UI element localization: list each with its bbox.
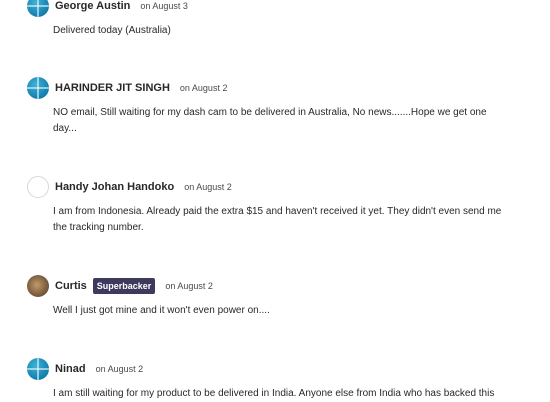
comment-item: HARINDER JIT SINGH on August 2 NO email,… xyxy=(27,77,527,137)
comment-text: I am from Indonesia. Already paid the ex… xyxy=(53,206,502,233)
comment-date[interactable]: on August 3 xyxy=(140,1,188,11)
comments-page: { "comments": [ { "author": "George Aust… xyxy=(0,0,550,400)
comment-item: Handy Johan Handoko on August 2 I am fro… xyxy=(27,176,527,236)
comment-header: HARINDER JIT SINGH on August 2 xyxy=(27,77,527,99)
comment-header: Ninad on August 2 xyxy=(27,358,527,380)
comment-date[interactable]: on August 2 xyxy=(165,281,213,291)
default-avatar-icon[interactable] xyxy=(27,176,49,198)
comment-text: Well I just got mine and it won't even p… xyxy=(53,305,270,316)
comment-header: George Austin on August 3 xyxy=(27,0,527,17)
comment-text: Delivered today (Australia) xyxy=(53,25,171,36)
comment-author[interactable]: Ninad xyxy=(55,363,86,375)
comment-date[interactable]: on August 2 xyxy=(180,83,228,93)
comment-item: Curtis Superbacker on August 2 Well I ju… xyxy=(27,275,527,319)
globe-avatar-icon[interactable] xyxy=(27,358,49,380)
comment-item: George Austin on August 3 Delivered toda… xyxy=(27,0,527,39)
comment-date[interactable]: on August 2 xyxy=(184,182,232,192)
comment-header: Curtis Superbacker on August 2 xyxy=(27,275,527,297)
comment-item: Ninad on August 2 I am still waiting for… xyxy=(27,358,527,402)
comment-author[interactable]: Curtis xyxy=(55,280,87,292)
globe-avatar-icon[interactable] xyxy=(27,0,49,17)
superbacker-badge: Superbacker xyxy=(92,278,156,294)
globe-avatar-icon[interactable] xyxy=(27,77,49,99)
comment-author[interactable]: Handy Johan Handoko xyxy=(55,181,174,193)
comment-text: NO email, Still waiting for my dash cam … xyxy=(53,107,487,134)
comment-author[interactable]: HARINDER JIT SINGH xyxy=(55,82,170,94)
comment-author[interactable]: George Austin xyxy=(55,0,130,12)
comment-date[interactable]: on August 2 xyxy=(96,364,144,374)
photo-avatar[interactable] xyxy=(27,275,49,297)
comment-header: Handy Johan Handoko on August 2 xyxy=(27,176,527,198)
